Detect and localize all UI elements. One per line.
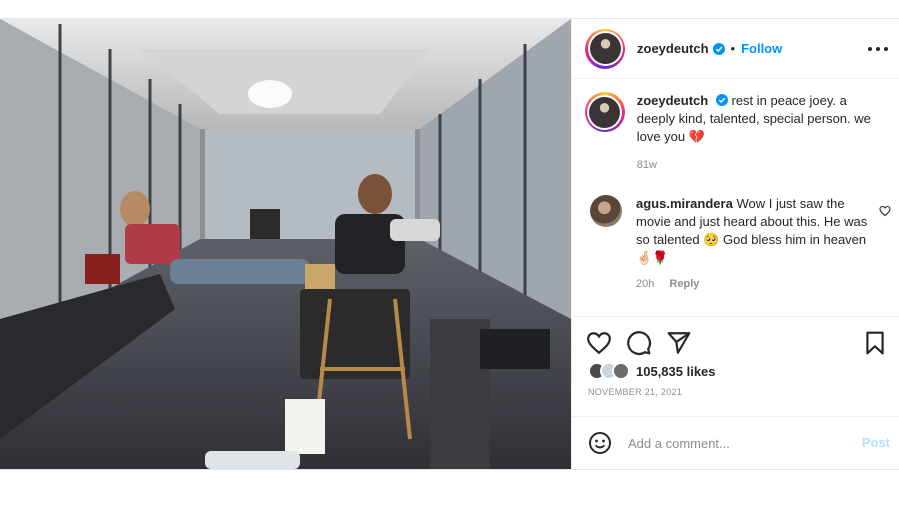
caption-author-avatar[interactable] <box>585 92 625 132</box>
bookmark-icon[interactable] <box>862 330 888 356</box>
heart-icon[interactable] <box>586 330 612 356</box>
photo-illustration <box>0 19 571 469</box>
post-side-panel: zoeydeutch • Follow zoeydeutch rest in p… <box>571 19 899 469</box>
post-photo[interactable] <box>0 19 571 469</box>
broken-heart-emoji: 💔 <box>688 129 705 144</box>
comment-body: agus.mirandera Wow I just saw the movie … <box>636 195 871 293</box>
add-comment-input[interactable] <box>628 435 828 451</box>
comment-text-2: God bless him in heaven <box>723 232 867 247</box>
pleading-emoji: 🥺 <box>703 232 720 247</box>
likes-count[interactable]: 105,835 likes <box>636 364 716 379</box>
comment-emojis: 🤞🏻🌹 <box>636 250 669 265</box>
comment-like-heart-icon[interactable] <box>879 205 891 217</box>
liker-avatar <box>612 362 630 380</box>
comment-age: 20h <box>636 278 655 290</box>
caption-username[interactable]: zoeydeutch <box>637 93 709 108</box>
comment-meta: 20h Reply <box>636 275 871 293</box>
verified-badge-icon <box>715 94 728 106</box>
separator-dot: • <box>730 41 736 56</box>
actions-divider <box>572 316 899 317</box>
reply-button[interactable]: Reply <box>669 278 699 290</box>
likes-row: 105,835 likes <box>588 362 716 380</box>
commenter-avatar[interactable] <box>590 195 622 227</box>
post-actions <box>586 330 886 360</box>
caption-age: 81w <box>636 159 657 171</box>
commenter-username[interactable]: agus.mirandera <box>636 196 733 211</box>
comment-icon[interactable] <box>626 330 652 356</box>
post-header: zoeydeutch • Follow <box>572 19 899 79</box>
author-avatar-image <box>589 33 621 64</box>
author-username[interactable]: zoeydeutch <box>637 41 709 56</box>
bottom-divider <box>0 469 899 470</box>
post-modal: zoeydeutch • Follow zoeydeutch rest in p… <box>0 19 899 469</box>
verified-badge-icon <box>712 42 725 55</box>
send-icon[interactable] <box>666 330 692 356</box>
add-comment-bar: Post <box>572 417 899 469</box>
author-avatar[interactable] <box>585 28 625 69</box>
follow-button[interactable]: Follow <box>741 41 782 56</box>
smiley-icon[interactable] <box>588 431 612 455</box>
caption-body: zoeydeutch rest in peace joey. a deeply … <box>637 92 885 174</box>
more-options-icon[interactable] <box>868 41 888 57</box>
caption: zoeydeutch rest in peace joey. a deeply … <box>585 92 885 174</box>
post-comment-button[interactable]: Post <box>862 435 890 450</box>
post-date[interactable]: NOVEMBER 21, 2021 <box>588 387 682 397</box>
comment-item: agus.mirandera Wow I just saw the movie … <box>590 195 890 293</box>
